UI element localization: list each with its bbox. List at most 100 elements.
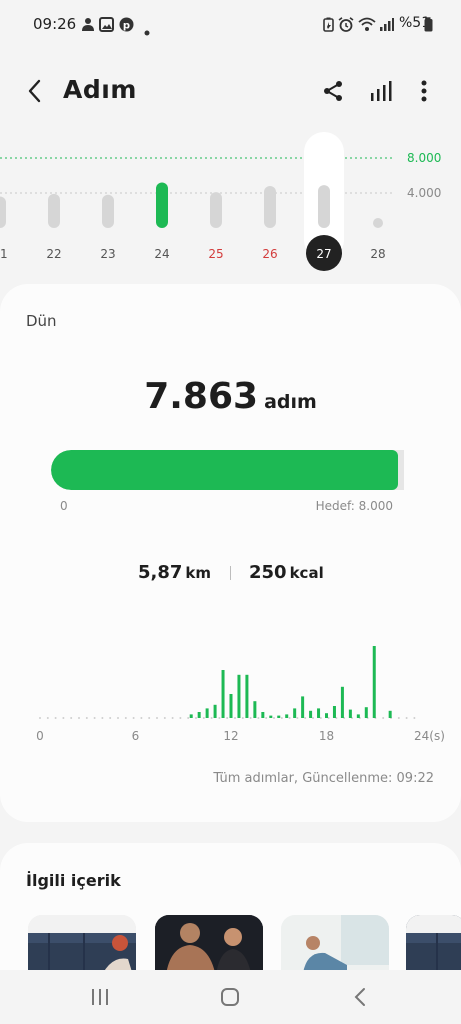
steps-value: 7.863 bbox=[144, 376, 259, 417]
back-button[interactable] bbox=[18, 72, 52, 110]
day-label: Dün bbox=[26, 312, 57, 330]
more-options-button[interactable] bbox=[407, 74, 441, 108]
hourly-baseline-dot bbox=[319, 717, 322, 719]
steps-unit: adım bbox=[264, 391, 317, 413]
hourly-bar bbox=[269, 715, 273, 718]
hourly-bar bbox=[364, 707, 368, 718]
hourly-tick-label: 0 bbox=[36, 729, 44, 743]
week-bar-28[interactable] bbox=[373, 218, 383, 228]
chevron-left-icon bbox=[28, 79, 41, 103]
hourly-baseline-dot bbox=[124, 717, 127, 719]
hourly-baseline-dot bbox=[163, 717, 166, 719]
share-icon bbox=[324, 81, 342, 101]
hourly-baseline-dot bbox=[132, 717, 135, 719]
hourly-baseline-dot bbox=[93, 717, 96, 719]
week-bar-21[interactable] bbox=[0, 196, 6, 229]
signal-icon bbox=[379, 17, 394, 36]
hourly-bar bbox=[348, 709, 352, 718]
hourly-baseline-dot bbox=[156, 717, 158, 719]
hourly-bar bbox=[317, 708, 321, 718]
hourly-steps-chart[interactable]: 0 6 12 18 24(s) bbox=[26, 632, 446, 752]
hourly-baseline-dot bbox=[62, 717, 65, 719]
hourly-bar bbox=[197, 712, 201, 718]
hourly-baseline-dot bbox=[234, 717, 236, 719]
stats-divider bbox=[230, 566, 231, 580]
week-day-label: 25 bbox=[208, 247, 223, 261]
trends-button[interactable] bbox=[364, 74, 398, 108]
hourly-baseline-dot bbox=[273, 717, 275, 719]
hourly-baseline-dot bbox=[148, 717, 151, 719]
week-bar-23[interactable] bbox=[102, 194, 114, 228]
app-bar: Adım bbox=[0, 60, 461, 124]
hourly-baseline-dot bbox=[249, 717, 252, 719]
system-back-button[interactable] bbox=[340, 982, 380, 1012]
distance-value: 5,87 bbox=[137, 562, 183, 583]
hourly-bar bbox=[253, 701, 257, 718]
hourly-baseline-dot bbox=[39, 717, 41, 719]
hourly-baseline-dot bbox=[70, 717, 73, 719]
goal-progress-bar bbox=[51, 450, 404, 490]
week-day-label: 24 bbox=[154, 247, 169, 261]
battery-icon bbox=[424, 17, 433, 36]
hourly-bar bbox=[332, 706, 336, 718]
hourly-baseline-dot bbox=[296, 717, 299, 719]
week-bar-25[interactable] bbox=[210, 192, 222, 228]
week-gridline-label: 4.000 bbox=[407, 186, 441, 200]
week-day-label: 23 bbox=[100, 247, 115, 261]
hourly-baseline-dot bbox=[226, 717, 229, 719]
hourly-tick-label: 6 bbox=[132, 729, 140, 743]
hourly-bar bbox=[261, 712, 265, 718]
hourly-bar bbox=[340, 686, 344, 718]
user-alert-icon bbox=[81, 17, 95, 37]
hourly-baseline-dot bbox=[312, 717, 314, 719]
hourly-baseline-dot bbox=[210, 717, 213, 719]
related-title: İlgili içerik bbox=[26, 871, 121, 890]
week-bar-26[interactable] bbox=[264, 186, 276, 228]
gallery-icon bbox=[99, 17, 114, 36]
hourly-bar bbox=[221, 670, 225, 718]
week-bar-22[interactable] bbox=[48, 193, 60, 228]
pinterest-icon: p bbox=[119, 17, 134, 36]
hourly-bar bbox=[293, 708, 297, 718]
hourly-baseline-dot bbox=[78, 717, 80, 719]
home-icon bbox=[221, 988, 239, 1006]
hourly-baseline-dot bbox=[101, 717, 104, 719]
hourly-baseline-dot bbox=[413, 717, 416, 719]
hourly-bar bbox=[205, 708, 209, 718]
weekly-steps-chart[interactable]: 8.000 4.000 21 22 23 24 25 26 27 28 bbox=[0, 130, 461, 280]
hourly-baseline-dot bbox=[405, 717, 408, 719]
hourly-bar bbox=[356, 714, 360, 718]
hourly-bar bbox=[388, 710, 392, 718]
hourly-bar bbox=[237, 674, 241, 718]
hourly-bar bbox=[309, 710, 313, 718]
hourly-bar bbox=[277, 715, 281, 718]
progress-min-label: 0 bbox=[60, 499, 68, 513]
alarm-icon bbox=[338, 17, 354, 36]
hourly-bar bbox=[325, 713, 328, 718]
daily-summary-card: Dün 7.863 adım 0 Hedef: 8.000 5,87 km 250 k… bbox=[0, 284, 461, 822]
distance-unit: km bbox=[185, 564, 211, 582]
hourly-baseline-dot bbox=[46, 717, 49, 719]
battery-saver-icon bbox=[323, 17, 334, 36]
status-bar: 09:26 p %51 bbox=[0, 0, 461, 48]
hourly-baseline-dot bbox=[241, 717, 244, 719]
recents-button[interactable] bbox=[80, 982, 120, 1012]
hourly-baseline-dot bbox=[288, 717, 291, 719]
hourly-bar bbox=[245, 674, 249, 718]
hourly-baseline-dot bbox=[187, 717, 190, 719]
page-title: Adım bbox=[63, 75, 137, 104]
distance-stat: 5,87 km bbox=[138, 562, 211, 583]
wifi-icon bbox=[358, 17, 376, 36]
steps-total: 7.863 adım bbox=[0, 376, 461, 417]
hourly-baseline-dot bbox=[218, 717, 221, 719]
week-bar-27[interactable] bbox=[318, 185, 330, 228]
hourly-baseline-dot bbox=[304, 717, 307, 719]
share-button[interactable] bbox=[316, 74, 350, 108]
hourly-baseline-dot bbox=[265, 717, 268, 719]
hourly-bar bbox=[372, 646, 376, 718]
hourly-tick-label: 12 bbox=[223, 729, 238, 743]
recents-icon bbox=[92, 989, 108, 1005]
stats-row: 5,87 km 250 kcal bbox=[0, 562, 461, 586]
week-bar-24[interactable] bbox=[156, 182, 168, 229]
home-button[interactable] bbox=[210, 982, 250, 1012]
